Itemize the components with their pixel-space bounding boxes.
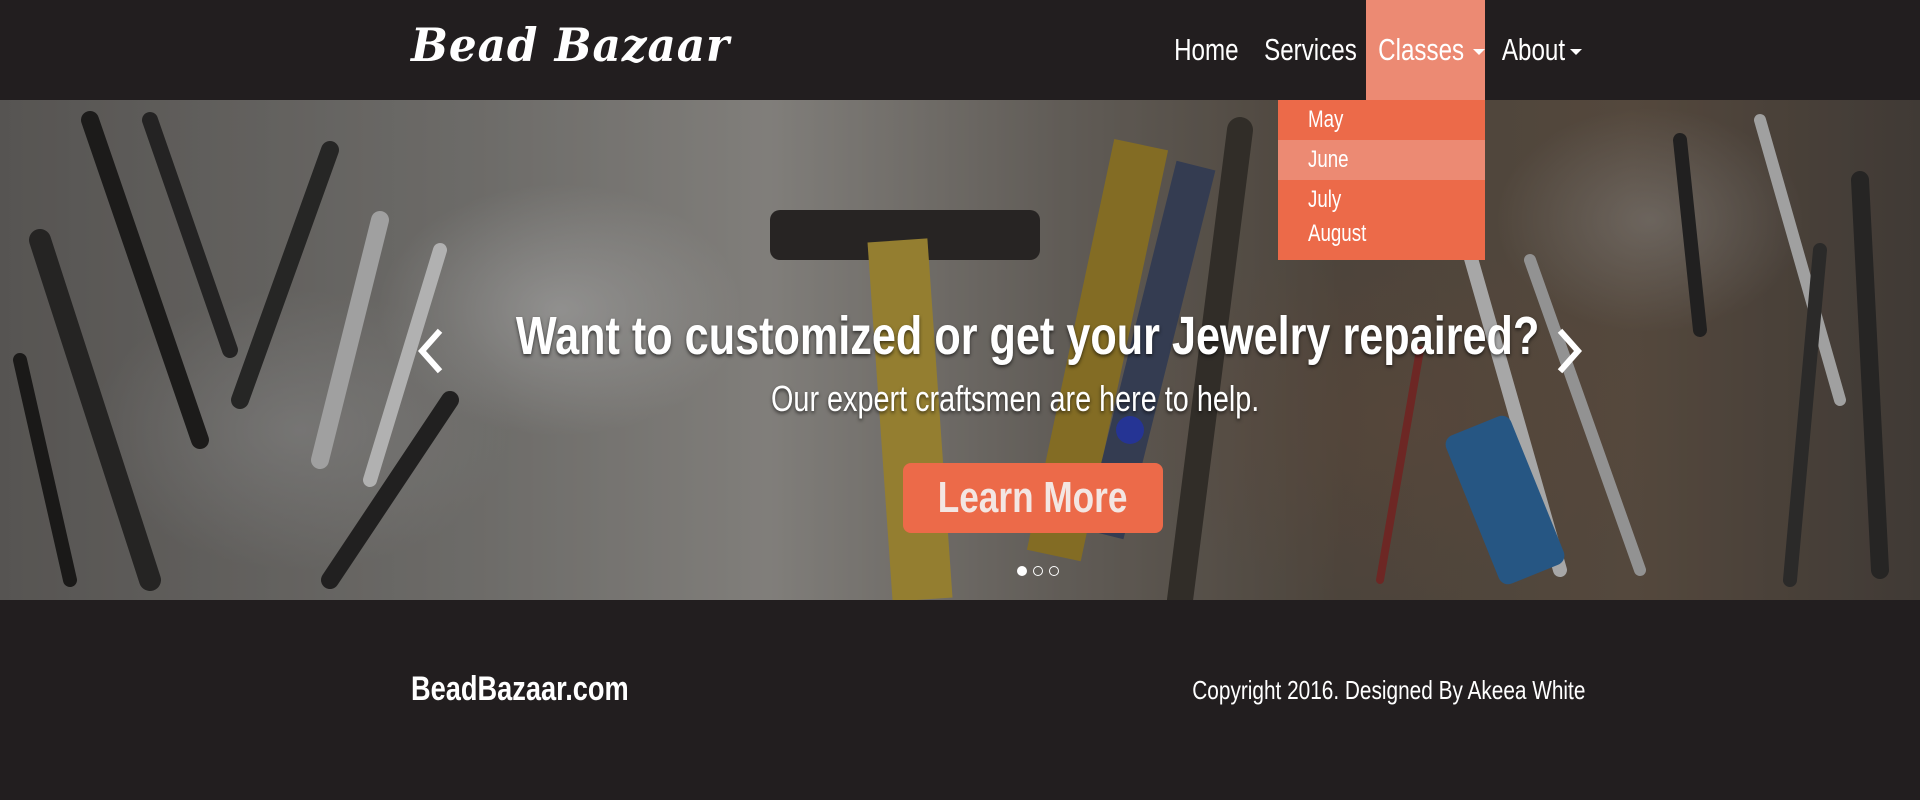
nav-about-label: About [1501, 32, 1565, 67]
nav-about[interactable]: About [1494, 0, 1582, 100]
nav-home-label: Home [1173, 32, 1239, 67]
dropdown-item-august[interactable]: August [1278, 214, 1485, 254]
copyright-label: Copyright 2016. Designed By Akeea White [1191, 675, 1585, 705]
hero-subtitle-text: Our expert craftsmen are here to help. [770, 378, 1260, 419]
nav-classes[interactable]: Classes [1366, 0, 1485, 100]
carousel-indicator-3[interactable] [1049, 566, 1059, 576]
carousel-indicators [1017, 566, 1059, 576]
hero-subtitle: Our expert craftsmen are here to help. [0, 378, 1920, 420]
carousel-indicator-2[interactable] [1033, 566, 1043, 576]
navbar: Bead Bazaar Home Services Classes About [0, 0, 1920, 100]
dropdown-item-may[interactable]: May [1278, 100, 1485, 140]
hero-carousel: Want to customized or get your Jewelry r… [0, 100, 1920, 600]
nav-classes-label: Classes [1378, 32, 1465, 67]
footer-brand: BeadBazaar.com [411, 670, 683, 709]
learn-more-button[interactable]: Learn More [903, 463, 1163, 533]
caret-down-icon [1472, 49, 1485, 55]
brand-logo[interactable]: Bead Bazaar [411, 18, 730, 72]
dropdown-item-label: June [1308, 146, 1349, 173]
classes-dropdown-menu: May June July August [1278, 100, 1485, 260]
caret-down-icon [1569, 49, 1582, 55]
dropdown-item-june[interactable]: June [1278, 140, 1485, 180]
nav-services-label: Services [1263, 32, 1357, 67]
nav-home[interactable]: Home [1166, 0, 1246, 100]
hero-title-text: Want to customized or get your Jewelry r… [516, 306, 1540, 366]
carousel-indicator-1[interactable] [1017, 566, 1027, 576]
learn-more-label: Learn More [938, 473, 1128, 522]
nav-services[interactable]: Services [1260, 0, 1360, 100]
footer-brand-text: BeadBazaar.com [411, 670, 629, 708]
dropdown-item-label: August [1308, 220, 1367, 247]
dropdown-item-label: July [1308, 186, 1342, 213]
copyright-text: Copyright 2016. Designed By Akeea White [1094, 675, 1585, 706]
footer: BeadBazaar.com Copyright 2016. Designed … [0, 600, 1920, 800]
dropdown-item-label: May [1308, 106, 1344, 133]
hero-title: Want to customized or get your Jewelry r… [0, 305, 1920, 367]
